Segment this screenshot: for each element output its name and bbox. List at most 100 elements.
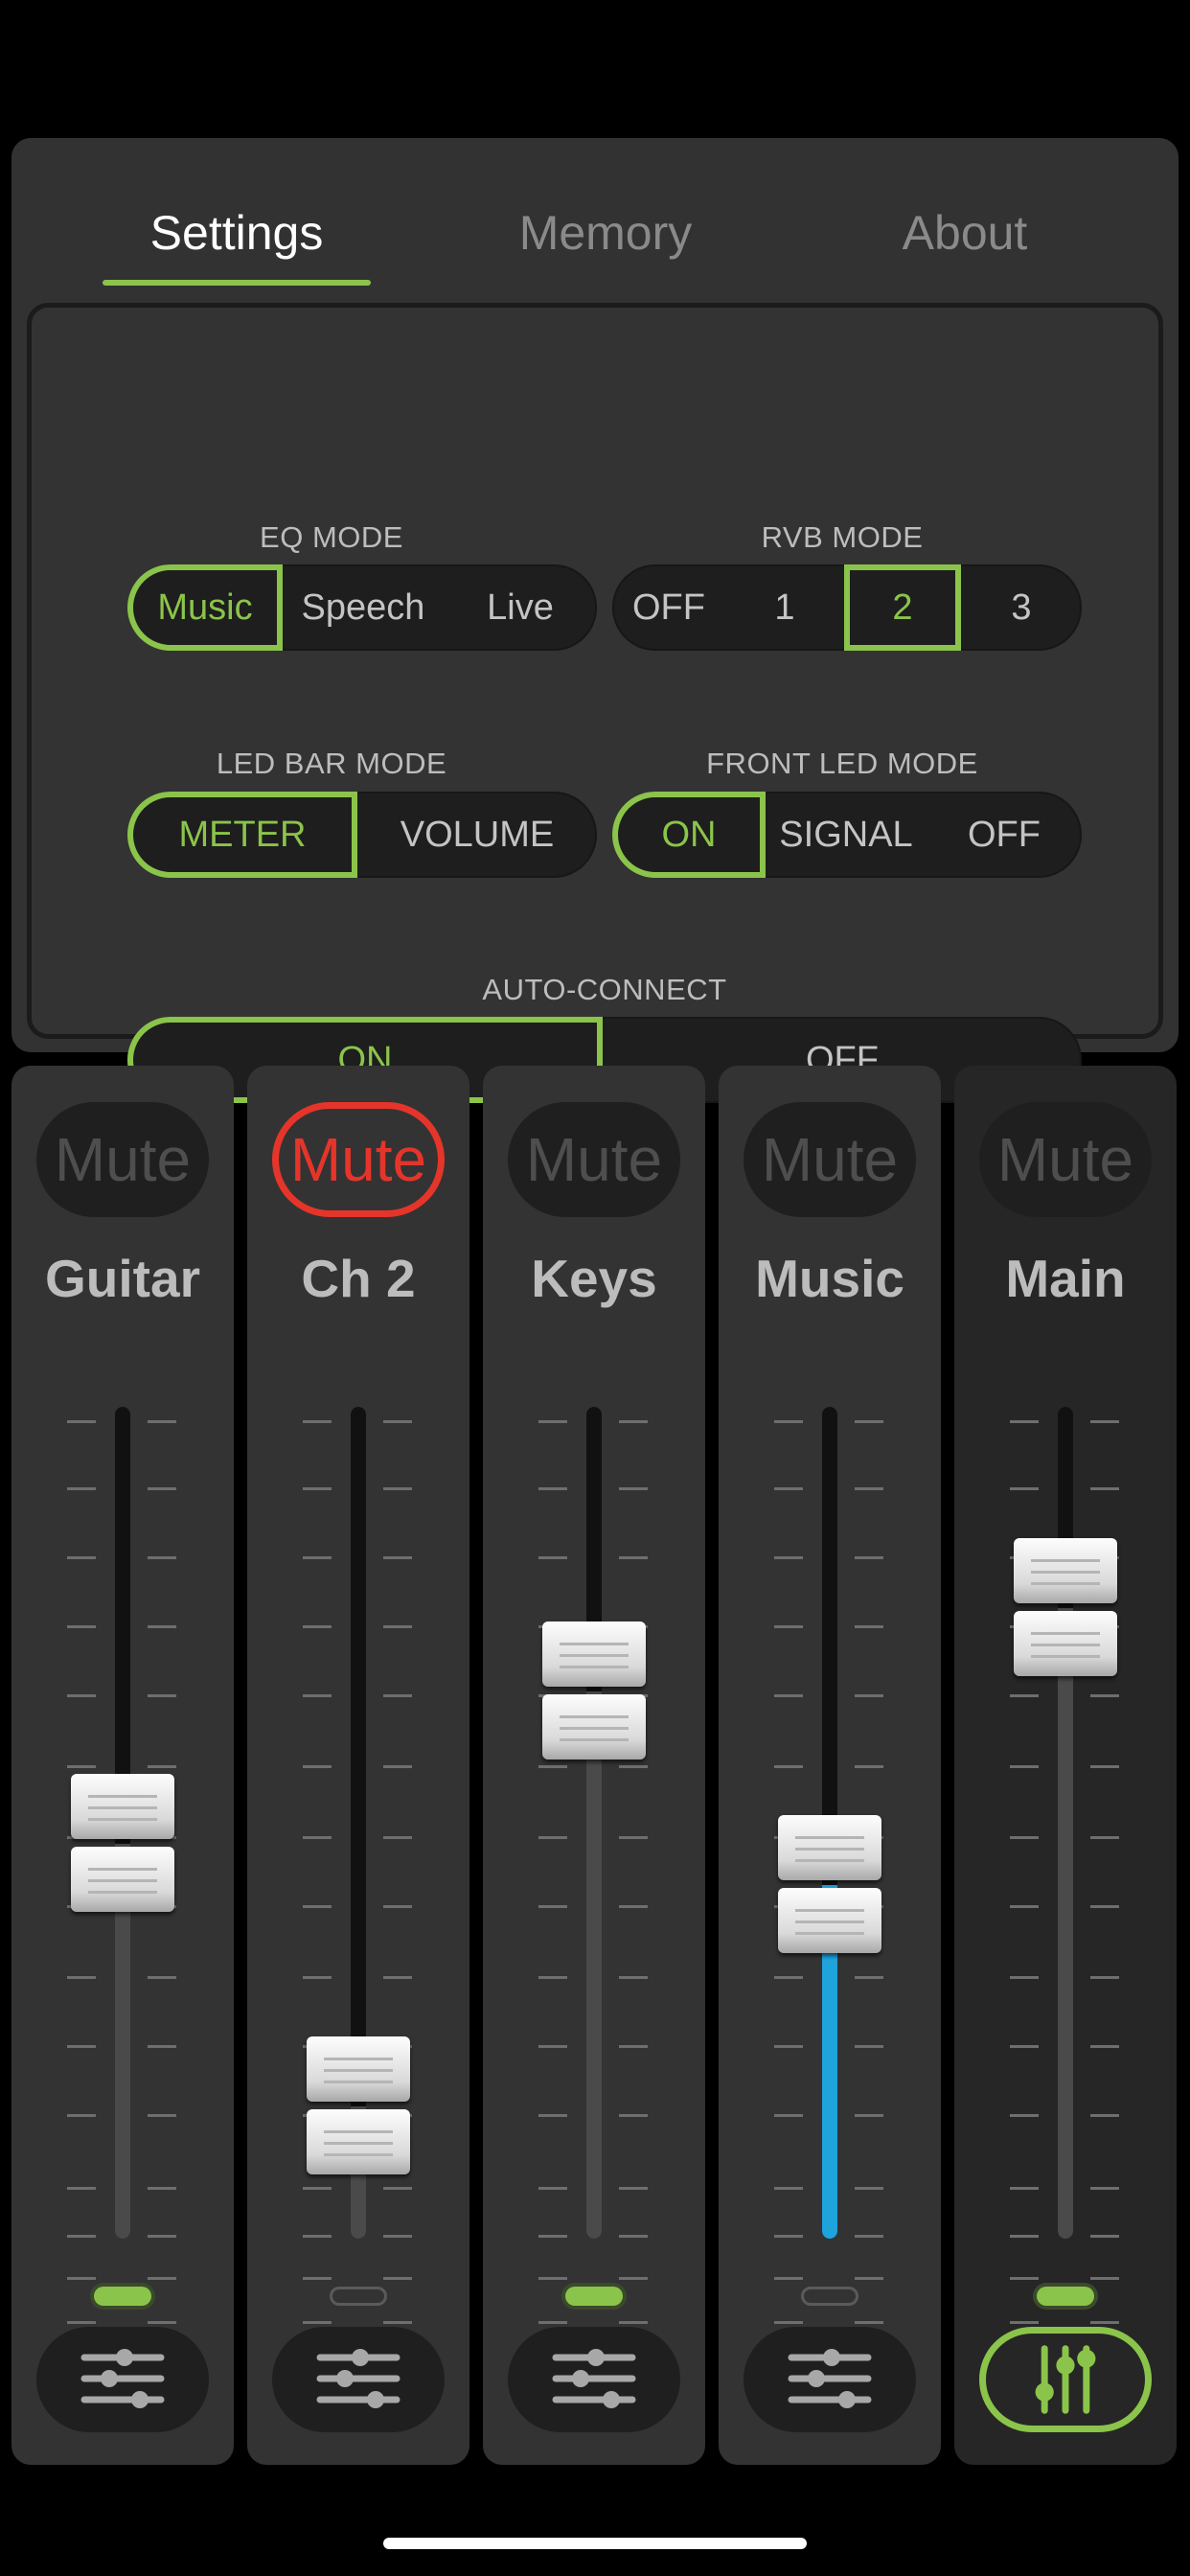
mute-button[interactable]: Mute (979, 1102, 1152, 1217)
channel-strip-keys: Mute Keys (483, 1066, 705, 2465)
fader-scale-tick (855, 2045, 883, 2048)
fader-scale-tick (303, 1420, 332, 1423)
channel-strip-guitar: Mute Guitar (11, 1066, 234, 2465)
front-led-mode-signal[interactable]: SIGNAL (766, 792, 927, 878)
led-bar-mode-meter[interactable]: METER (127, 792, 357, 878)
front-led-mode-off[interactable]: OFF (927, 792, 1082, 878)
fader-scale-tick (148, 2045, 176, 2048)
mute-button[interactable]: Mute (744, 1102, 916, 1217)
fader-scale-tick (1090, 2235, 1119, 2238)
fader-scale-tick (1090, 2277, 1119, 2280)
fader-scale-tick (1010, 1694, 1039, 1697)
rvb-mode-selector: OFF 1 2 3 (612, 564, 1082, 651)
mute-button[interactable]: Mute (272, 1102, 445, 1217)
fader-scale-tick (67, 2277, 96, 2280)
signal-led (801, 2287, 858, 2306)
fader-scale-tick (148, 1420, 176, 1423)
fader-track[interactable] (1058, 1407, 1073, 2239)
fader-scale-tick (303, 1625, 332, 1628)
eq-mode-speech[interactable]: Speech (283, 564, 444, 651)
fader-knob[interactable] (778, 1814, 881, 1955)
fader-scale-tick (619, 1420, 648, 1423)
fader-scale-tick (855, 2187, 883, 2190)
mute-button[interactable]: Mute (508, 1102, 680, 1217)
fader-knob[interactable] (542, 1621, 646, 1761)
fader-scale-tick (1010, 2235, 1039, 2238)
fader-scale-tick (303, 1976, 332, 1979)
fader-scale-tick (1010, 1765, 1039, 1768)
auto-connect-label: AUTO-CONNECT (482, 973, 727, 1006)
fader-scale-tick (303, 1765, 332, 1768)
channel-settings-button[interactable] (36, 2327, 209, 2432)
fader-scale-tick (383, 2187, 412, 2190)
eq-mode-music[interactable]: Music (127, 564, 283, 651)
eq-mode-live[interactable]: Live (444, 564, 597, 651)
mixer-icon (1035, 2345, 1096, 2414)
main-mixer-button[interactable] (979, 2327, 1152, 2432)
fader-scale-tick (855, 1420, 883, 1423)
front-led-mode-selector: ON SIGNAL OFF (612, 792, 1082, 878)
fader-scale-tick (774, 2114, 803, 2117)
fader-scale-tick (619, 1836, 648, 1839)
fader-scale-tick (1010, 2045, 1039, 2048)
fader-knob[interactable] (71, 1773, 174, 1914)
fader-scale-tick (619, 2235, 648, 2238)
fader-scale-tick (619, 1976, 648, 1979)
fader-scale-tick (67, 1976, 96, 1979)
channel-strip-ch-2: Mute Ch 2 (247, 1066, 469, 2465)
front-led-mode-on[interactable]: ON (612, 792, 766, 878)
fader-scale-tick (774, 1625, 803, 1628)
fader-scale-tick (538, 1556, 567, 1559)
fader-scale-tick (855, 1556, 883, 1559)
settings-panel: Settings Memory About EQ MODE Music Spee… (11, 138, 1179, 1103)
fader-scale-tick (383, 1420, 412, 1423)
fader-scale-tick (67, 1625, 96, 1628)
tab-about[interactable]: About (826, 205, 1104, 261)
fader-scale-tick (855, 2321, 883, 2324)
signal-led (565, 2287, 623, 2306)
fader-scale-tick (148, 2114, 176, 2117)
fader-scale-tick (1090, 1976, 1119, 1979)
fader-scale-tick (855, 1625, 883, 1628)
fader-knob[interactable] (307, 2036, 410, 2176)
mute-button[interactable]: Mute (36, 1102, 209, 1217)
sliders-icon (316, 2349, 400, 2408)
fader-track[interactable] (586, 1407, 602, 2239)
channel-settings-button[interactable] (744, 2327, 916, 2432)
fader-scale-tick (383, 2277, 412, 2280)
channel-settings-button[interactable] (272, 2327, 445, 2432)
fader-scale-tick (1010, 1487, 1039, 1490)
fader-scale-tick (148, 1487, 176, 1490)
fader-scale-tick (538, 2187, 567, 2190)
sliders-icon (552, 2349, 636, 2408)
fader-scale-tick (774, 2321, 803, 2324)
tab-settings[interactable]: Settings (103, 205, 371, 261)
channel-settings-button[interactable] (508, 2327, 680, 2432)
fader-scale-tick (67, 2114, 96, 2117)
fader-scale-tick (538, 1420, 567, 1423)
fader-scale-tick (383, 1836, 412, 1839)
led-bar-mode-volume[interactable]: VOLUME (357, 792, 597, 878)
fader-scale-tick (855, 2235, 883, 2238)
fader-scale-tick (538, 2235, 567, 2238)
eq-mode-label: EQ MODE (260, 520, 403, 554)
rvb-mode-off[interactable]: OFF (612, 564, 725, 651)
fader-scale-tick (148, 1556, 176, 1559)
fader-scale-tick (1010, 1976, 1039, 1979)
fader-scale-tick (67, 2321, 96, 2324)
fader-level-fill (1058, 1608, 1073, 2239)
fader-scale-tick (148, 1625, 176, 1628)
fader-scale-tick (383, 1976, 412, 1979)
sliders-icon (788, 2349, 872, 2408)
fader-knob[interactable] (1014, 1538, 1117, 1678)
fader-scale-tick (619, 1765, 648, 1768)
rvb-mode-3[interactable]: 3 (961, 564, 1082, 651)
rvb-mode-1[interactable]: 1 (725, 564, 844, 651)
fader-scale-tick (148, 2277, 176, 2280)
fader-scale-tick (148, 1976, 176, 1979)
fader-scale-tick (148, 2321, 176, 2324)
tab-memory[interactable]: Memory (462, 205, 749, 261)
settings-content: EQ MODE Music Speech Live RVB MODE OFF 1… (27, 303, 1163, 1103)
rvb-mode-2[interactable]: 2 (844, 564, 961, 651)
fader-scale-tick (1090, 2114, 1119, 2117)
